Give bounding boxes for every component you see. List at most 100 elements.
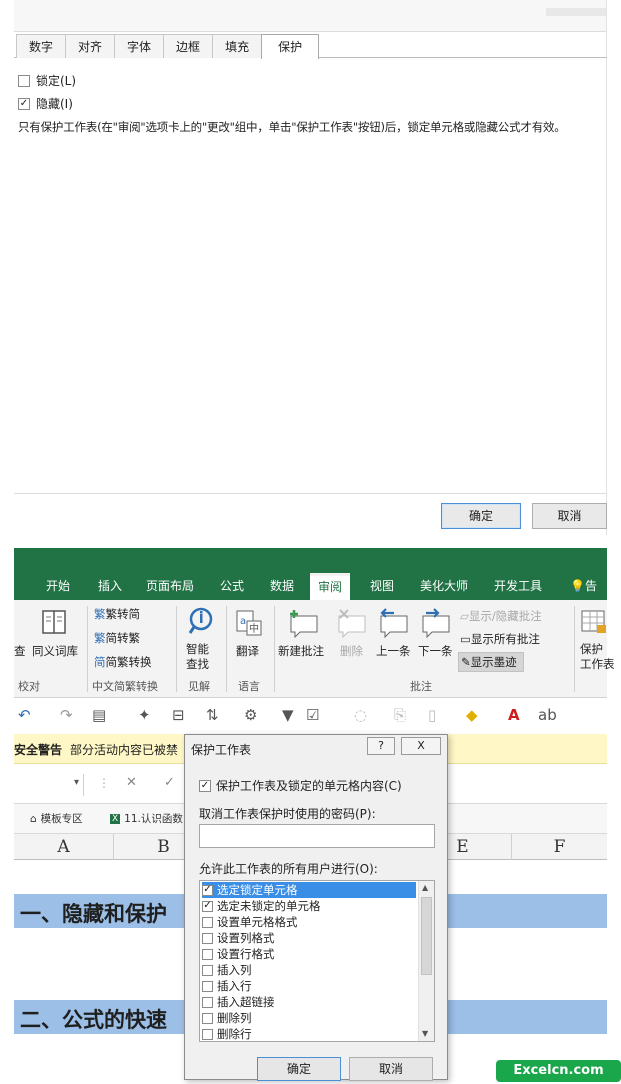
permission-checkbox[interactable] <box>202 996 213 1008</box>
tab-number[interactable]: 数字 <box>16 34 67 58</box>
redo-icon[interactable]: ↷ <box>60 706 73 724</box>
next-comment-button[interactable]: 下一条 <box>418 643 453 659</box>
help-button[interactable]: ? <box>367 737 395 755</box>
hidden-checkbox[interactable]: ✓ <box>18 97 30 110</box>
password-input[interactable] <box>199 824 435 848</box>
text-style-icon[interactable]: ab <box>538 706 557 724</box>
border-icon[interactable]: ☑ <box>306 706 319 724</box>
permission-item[interactable]: 设置行格式 <box>202 946 416 962</box>
locked-checkbox[interactable] <box>18 74 30 87</box>
protect-ok-button[interactable]: 确定 <box>257 1057 341 1081</box>
tab-tell-me[interactable]: 💡告诉 <box>570 573 607 620</box>
show-ink-button[interactable]: ✎显示墨迹 <box>458 652 524 672</box>
sort-icon[interactable]: ⇅ <box>206 706 219 724</box>
permission-checkbox[interactable] <box>202 932 213 944</box>
new-comment-icon <box>290 610 318 638</box>
trad-to-simp-button[interactable]: 繁繁转简 <box>94 606 140 622</box>
protect-contents-option[interactable]: ✓ 保护工作表及锁定的单元格内容(C) <box>199 777 402 794</box>
permission-checkbox[interactable] <box>202 1028 213 1040</box>
thesaurus-button[interactable]: 同义词库 <box>32 643 78 659</box>
previous-comment-button[interactable]: 上一条 <box>376 643 411 659</box>
permissions-scrollbar[interactable]: ▲ ▼ <box>418 881 434 1041</box>
scrollbar-thumb[interactable] <box>421 897 432 975</box>
tab-insert[interactable]: 插入 <box>98 573 122 600</box>
permission-item[interactable]: 插入超链接 <box>202 994 416 1010</box>
enter-formula-icon[interactable]: ✓ <box>164 775 175 790</box>
title-bar-controls <box>546 8 606 16</box>
pivot-icon[interactable]: ⚙ <box>244 706 257 724</box>
tab-formulas[interactable]: 公式 <box>220 573 244 600</box>
filter-icon[interactable]: ▼ <box>282 706 294 724</box>
tab-page-layout[interactable]: 页面布局 <box>146 573 194 600</box>
font-color-icon[interactable]: A <box>508 706 520 724</box>
scroll-up-icon[interactable]: ▲ <box>422 883 428 892</box>
permission-item[interactable]: ✓ 选定未锁定的单元格 <box>202 898 416 914</box>
delete-comment-button[interactable]: 删除 <box>340 643 363 659</box>
permission-item[interactable]: ✓ 选定锁定单元格 <box>202 882 416 898</box>
permissions-list[interactable]: ✓ 选定锁定单元格 ✓ 选定未锁定的单元格 设置单元格格式 设置列格式 设置行格式 … <box>199 880 435 1042</box>
merge-cells-icon[interactable]: ⊟ <box>172 706 185 724</box>
tab-home[interactable]: 开始 <box>46 573 70 600</box>
smart-lookup-button[interactable]: 智能 查找 <box>186 642 209 672</box>
simp-to-trad-button[interactable]: 繁简转繁 <box>94 630 140 646</box>
protect-cancel-button[interactable]: 取消 <box>349 1057 433 1081</box>
locked-option[interactable]: 锁定(L) <box>18 72 76 89</box>
permission-checkbox[interactable] <box>202 980 213 992</box>
tab-beautify-master[interactable]: 美化大师 <box>420 573 468 600</box>
permission-item[interactable]: 设置单元格格式 <box>202 914 416 930</box>
svg-text:中: 中 <box>249 622 259 635</box>
tab-alignment[interactable]: 对齐 <box>65 34 116 58</box>
scroll-down-icon[interactable]: ▼ <box>422 1029 428 1038</box>
permission-checkbox[interactable] <box>202 948 213 960</box>
show-hide-comment-button[interactable]: ▱显示/隐藏批注 <box>460 608 542 624</box>
undo-icon[interactable]: ↶ <box>18 706 31 724</box>
tab-font[interactable]: 字体 <box>114 34 165 58</box>
protection-note: 只有保护工作表(在"审阅"选项卡上的"更改"组中，单击"保护工作表"按钮)后，锁… <box>18 120 566 134</box>
simp-trad-icon: 繁 <box>94 631 106 645</box>
doc-tab-functions[interactable]: X 11.认识函数 <box>110 811 183 826</box>
tab-developer[interactable]: 开发工具 <box>494 573 542 600</box>
permission-checkbox[interactable]: ✓ <box>202 900 213 912</box>
dialog-title-bar <box>14 0 606 32</box>
shape-icon[interactable]: ◌ <box>354 706 367 724</box>
chinese-conversion-button[interactable]: 简简繁转换 <box>94 654 152 670</box>
form-icon[interactable]: ▤ <box>92 706 106 724</box>
tab-data[interactable]: 数据 <box>270 573 294 600</box>
permission-checkbox[interactable] <box>202 1012 213 1024</box>
tab-border[interactable]: 边框 <box>163 34 214 58</box>
column-header-f[interactable]: F <box>512 834 607 860</box>
ok-button[interactable]: 确定 <box>441 503 521 529</box>
column-header-a[interactable]: A <box>14 834 114 860</box>
format-painter-icon[interactable]: ✦ <box>138 706 151 724</box>
clipboard-icon[interactable]: ⎘ <box>394 706 406 724</box>
permission-item[interactable]: 插入行 <box>202 978 416 994</box>
permission-item[interactable]: 插入列 <box>202 962 416 978</box>
protect-contents-checkbox[interactable]: ✓ <box>199 779 211 792</box>
permission-checkbox[interactable] <box>202 916 213 928</box>
doc-tab-templates[interactable]: ⌂ 模板专区 <box>30 811 83 826</box>
translate-button[interactable]: 翻译 <box>236 643 259 659</box>
cancel-formula-icon[interactable]: ✕ <box>126 775 137 790</box>
spelling-button[interactable]: 查 <box>14 643 26 659</box>
protect-sheet-button[interactable]: 保护 工作表 <box>580 642 615 672</box>
fill-color-icon[interactable]: ◆ <box>466 706 478 724</box>
paste-icon[interactable]: ▯ <box>428 706 436 724</box>
permission-checkbox[interactable] <box>202 964 213 976</box>
new-comment-button[interactable]: 新建批注 <box>278 643 324 659</box>
permission-item[interactable]: 设置列格式 <box>202 930 416 946</box>
tab-view[interactable]: 视图 <box>370 573 394 600</box>
next-comment-icon <box>422 608 450 638</box>
permission-item[interactable]: 删除行 <box>202 1026 416 1041</box>
tab-fill[interactable]: 填充 <box>212 34 263 58</box>
tab-protection[interactable]: 保护 <box>261 34 320 59</box>
tab-review[interactable]: 审阅 <box>310 573 351 600</box>
close-button[interactable]: X <box>401 737 441 755</box>
permission-item[interactable]: 删除列 <box>202 1010 416 1026</box>
name-box[interactable]: ▾ <box>14 774 84 796</box>
allow-users-label: 允许此工作表的所有用户进行(O): <box>199 862 378 876</box>
permission-checkbox[interactable]: ✓ <box>202 884 213 896</box>
show-all-comments-button[interactable]: ▭显示所有批注 <box>460 631 540 647</box>
cancel-button[interactable]: 取消 <box>532 503 607 529</box>
name-box-dropdown-icon[interactable]: ▾ <box>74 777 79 788</box>
hidden-option[interactable]: ✓ 隐藏(I) <box>18 95 73 112</box>
